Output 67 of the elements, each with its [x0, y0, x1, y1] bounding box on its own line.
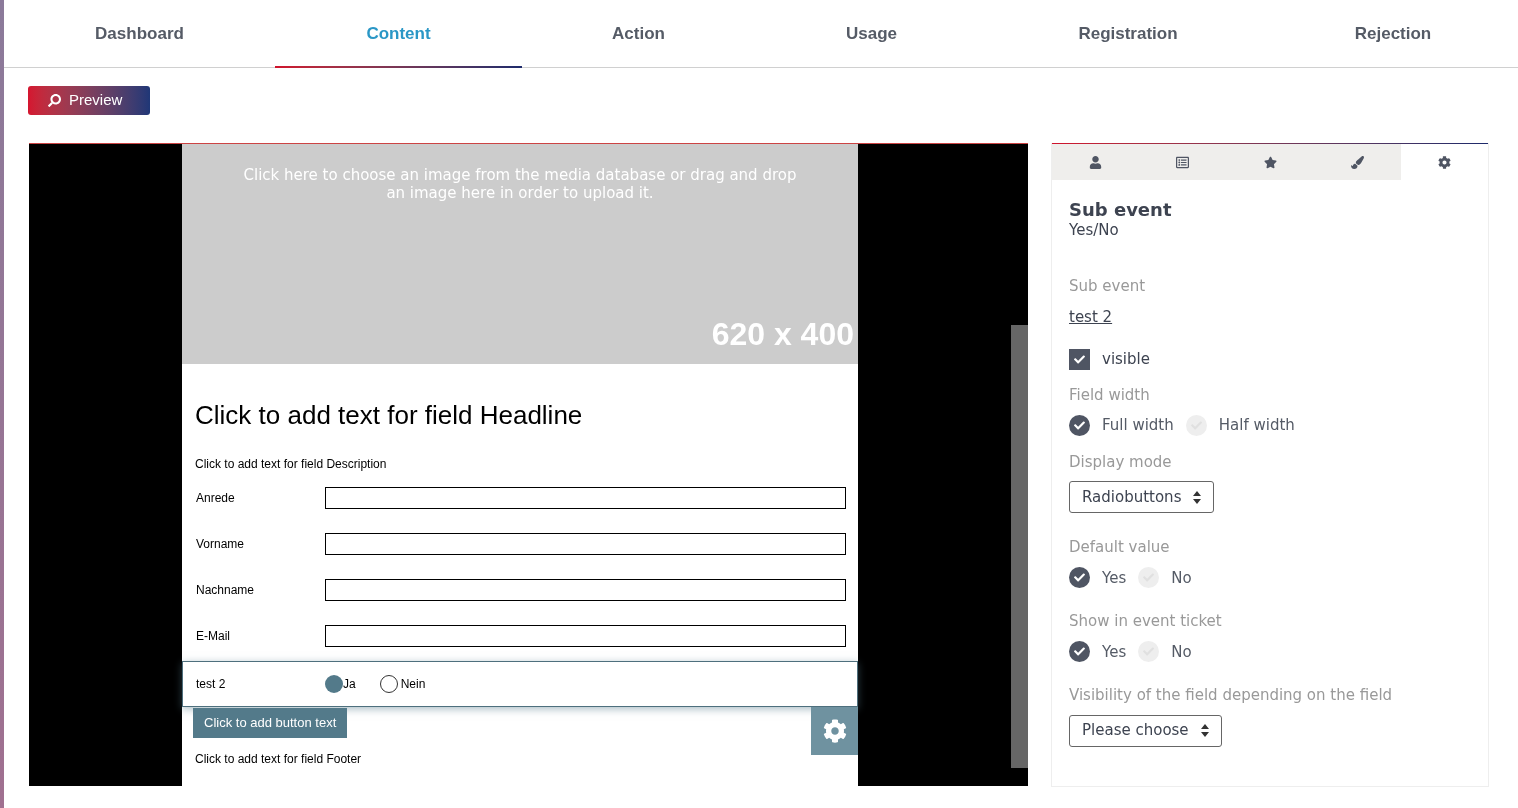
checkbox[interactable] — [1069, 348, 1090, 370]
check-radio[interactable] — [1069, 641, 1090, 663]
radio-label: Nein — [400, 676, 426, 693]
check-icon — [1143, 646, 1155, 658]
field-label: Show in event ticket — [1069, 611, 1223, 632]
form-button[interactable]: Click to add button text — [193, 708, 348, 738]
sort-caret-icon — [1193, 490, 1202, 504]
check-icon — [1190, 419, 1202, 431]
field-label: Sub event — [1069, 276, 1147, 297]
check-icon — [1074, 572, 1085, 584]
select-dropdown[interactable]: Please choose — [1069, 714, 1222, 747]
nav-tab[interactable]: Action — [522, 0, 755, 67]
sort-caret-icon — [1200, 724, 1209, 737]
radio-button[interactable] — [379, 675, 398, 693]
text-input[interactable] — [325, 579, 846, 601]
field-label: Default value — [1069, 537, 1171, 558]
list-icon — [1176, 155, 1190, 169]
form-label: test 2 — [196, 676, 227, 693]
panel-subtitle: Yes/No — [1069, 221, 1120, 239]
settings-icon — [1437, 155, 1451, 169]
form-label: Nachname — [196, 582, 256, 599]
option-label: Half width — [1218, 415, 1295, 436]
field-label: Display mode — [1069, 451, 1173, 473]
settings-icon — [822, 719, 847, 743]
person-icon — [1089, 155, 1103, 169]
settings-button[interactable] — [811, 707, 858, 755]
panel-title: Sub event — [1069, 199, 1173, 221]
preview-button[interactable]: Preview — [28, 86, 150, 115]
headline[interactable]: Click to add text for field Headline — [195, 396, 858, 435]
star-icon — [1263, 155, 1277, 169]
nav-tab[interactable]: Rejection — [1268, 0, 1518, 67]
footer-text[interactable]: Click to add text for field Footer — [195, 750, 858, 768]
check-icon — [1074, 646, 1085, 658]
description[interactable]: Click to add text for field Description — [195, 455, 858, 473]
form-label: Vorname — [196, 536, 246, 553]
check-icon — [1074, 353, 1085, 365]
checkbox-label: visible — [1102, 349, 1150, 370]
radio-label: Ja — [343, 676, 356, 693]
nav-tab[interactable]: Dashboard — [4, 0, 275, 67]
text-input[interactable] — [325, 533, 846, 555]
form-label: E-Mail — [196, 628, 231, 645]
text-input[interactable] — [325, 625, 846, 647]
check-radio[interactable] — [1138, 567, 1160, 589]
option-label: No — [1171, 641, 1192, 663]
select-dropdown[interactable]: Radiobuttons — [1069, 481, 1215, 513]
paintbrush-icon — [1350, 155, 1364, 169]
form-label: Anrede — [196, 490, 236, 507]
option-label: Yes — [1102, 641, 1127, 663]
check-radio[interactable] — [1185, 414, 1207, 436]
sub-event-link[interactable]: test 2 — [1069, 305, 1113, 328]
nav-tab[interactable]: Usage — [755, 0, 988, 67]
radio-button[interactable] — [325, 675, 343, 693]
check-icon — [1074, 419, 1085, 431]
text-input[interactable] — [325, 487, 846, 509]
selected-form-row[interactable]: test 2 Ja Nein — [182, 661, 858, 707]
option-label: No — [1171, 567, 1192, 589]
option-label: Yes — [1102, 567, 1127, 589]
check-radio[interactable] — [1138, 641, 1160, 663]
check-radio[interactable] — [1069, 414, 1090, 436]
search-icon — [48, 94, 61, 107]
option-label: Full width — [1102, 415, 1174, 436]
nav-tab[interactable]: Registration — [988, 0, 1268, 67]
check-icon — [1143, 572, 1155, 584]
field-label: Field width — [1069, 384, 1151, 406]
check-radio[interactable] — [1069, 567, 1090, 589]
icon-tab[interactable] — [1052, 144, 1140, 180]
field-label: Visibility of the field depending on the field — [1069, 685, 1394, 706]
